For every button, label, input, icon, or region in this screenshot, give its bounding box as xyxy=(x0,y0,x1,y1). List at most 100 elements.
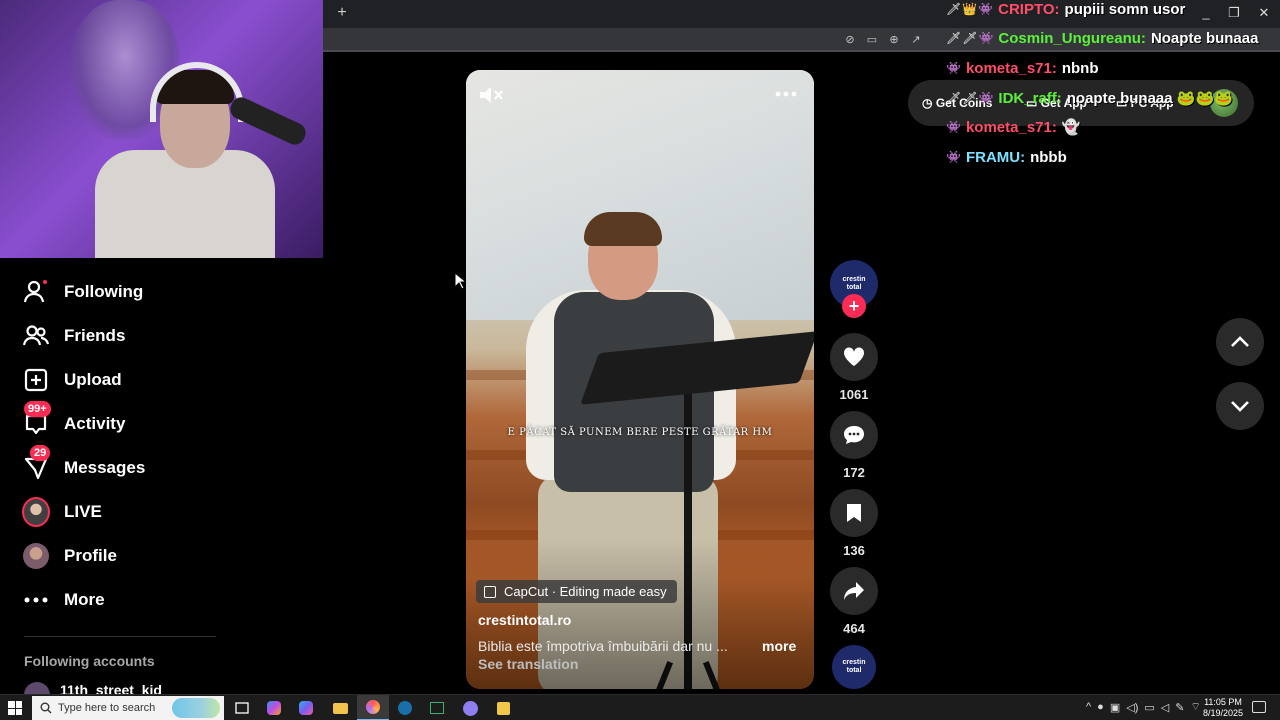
sidebar-divider xyxy=(24,636,216,637)
follow-creator-button[interactable]: + xyxy=(842,294,866,318)
share-arrow-icon xyxy=(844,582,864,600)
capcut-anchor[interactable]: CapCut · Editing made easy xyxy=(476,580,677,603)
chat-message: 👾 kometa_s71: nbnb xyxy=(946,59,1099,77)
share-button[interactable] xyxy=(830,567,878,615)
chat-badges: 👾 xyxy=(946,61,962,75)
chat-badges: 👾 xyxy=(946,150,962,164)
mute-icon[interactable] xyxy=(478,84,504,106)
video-author[interactable]: crestintotal.ro xyxy=(478,612,571,628)
system-tray: ^ ● ▣ ◁) ▭ ◁ ✎ ⌔ xyxy=(1086,700,1201,714)
bookmark-icon xyxy=(847,504,861,522)
minimize-button[interactable]: _ xyxy=(1196,4,1216,22)
sound-disc-text: crestin total xyxy=(842,659,866,674)
reader-mode-icon[interactable]: ⊘ xyxy=(842,32,858,48)
sidebar-item-following[interactable]: Following xyxy=(22,277,143,307)
steam-icon[interactable] xyxy=(389,695,421,720)
video-person-hair xyxy=(584,212,662,246)
chat-badges: 🗡🗡👾 xyxy=(946,91,995,105)
copilot-icon[interactable] xyxy=(258,695,290,720)
chevron-down-icon xyxy=(1231,401,1249,412)
chat-text: 👻 xyxy=(1061,119,1081,136)
chat-username: kometa_s71: xyxy=(965,59,1057,77)
chat-username: IDK_raff: xyxy=(998,89,1062,107)
taskbar-search-input[interactable] xyxy=(58,702,188,714)
sidebar-item-live[interactable]: LIVE xyxy=(22,497,102,527)
excel-icon[interactable] xyxy=(421,695,453,720)
save-count: 136 xyxy=(843,543,865,558)
messages-badge: 29 xyxy=(30,445,51,461)
share-icon[interactable]: ↗ xyxy=(908,32,924,48)
clock-time: 11:05 PM xyxy=(1204,697,1242,707)
chat-username: FRAMU: xyxy=(965,148,1026,166)
streamer-webcam xyxy=(0,0,323,258)
sidebar-item-friends[interactable]: Friends xyxy=(22,321,125,351)
sidebar-item-label: Friends xyxy=(64,326,126,345)
following-icon xyxy=(22,278,50,306)
video-caption: Biblia este împotriva îmbuibării dar nu … xyxy=(478,638,728,654)
task-view-icon[interactable] xyxy=(226,695,258,720)
friends-icon xyxy=(22,322,50,350)
discord-icon[interactable] xyxy=(454,695,486,720)
chat-text: noapte bunaaa 🐸🐸🐸 xyxy=(1066,90,1233,107)
following-accounts-title: Following accounts xyxy=(24,653,155,669)
chat-text: nbnb xyxy=(1061,59,1099,77)
share-count: 464 xyxy=(843,621,865,636)
windows-taskbar: ^ ● ▣ ◁) ▭ ◁ ✎ ⌔ 11:05 PM 8/19/2025 xyxy=(0,694,1280,720)
tray-chevron-icon[interactable]: ^ xyxy=(1086,701,1091,713)
new-tab-button[interactable]: + xyxy=(334,4,350,22)
previous-video-button[interactable] xyxy=(1216,318,1264,366)
sidebar-item-messages[interactable]: 29 Messages xyxy=(22,445,146,483)
comment-count: 172 xyxy=(843,465,865,480)
sidebar-item-more[interactable]: More xyxy=(22,585,105,615)
volume-icon[interactable]: ◁) xyxy=(1126,701,1138,714)
video-more-options-icon[interactable] xyxy=(772,84,800,104)
maximize-button[interactable]: ❐ xyxy=(1224,4,1244,22)
sound-disc-avatar[interactable]: crestin total xyxy=(832,645,876,689)
sidebar-item-label: More xyxy=(64,590,105,609)
notification-icon[interactable] xyxy=(1252,701,1266,713)
close-window-button[interactable]: ✕ xyxy=(1254,4,1274,22)
sidebar-item-profile[interactable]: Profile xyxy=(22,541,117,571)
browser-app-icon[interactable] xyxy=(357,695,389,720)
sidebar-item-label: Profile xyxy=(64,546,117,565)
like-button[interactable] xyxy=(830,333,878,381)
next-video-button[interactable] xyxy=(1216,382,1264,430)
chat-badges: 🗡👑👾 xyxy=(946,2,995,16)
capcut-icon xyxy=(484,585,496,598)
chat-username: Cosmin_Ungureanu: xyxy=(998,29,1146,47)
cast-icon[interactable]: ▭ xyxy=(864,32,880,48)
see-translation-link[interactable]: See translation xyxy=(478,656,578,672)
file-explorer-icon[interactable] xyxy=(324,695,356,720)
chat-message: 👾 kometa_s71: 👻 xyxy=(946,118,1081,137)
zoom-icon[interactable]: ⊕ xyxy=(886,32,902,48)
display-icon[interactable]: ▭ xyxy=(1144,701,1154,714)
caption-more-button[interactable]: more xyxy=(762,638,796,654)
live-avatar xyxy=(22,497,50,527)
chat-badges: 🗡🗡👾 xyxy=(946,31,995,45)
chat-text: nbbb xyxy=(1030,148,1067,166)
app-icon-yellow[interactable] xyxy=(487,695,519,720)
sidebar-item-label: Upload xyxy=(64,370,122,389)
save-button[interactable] xyxy=(830,489,878,537)
capcut-label: CapCut · Editing made easy xyxy=(504,584,667,599)
clock-date: 8/19/2025 xyxy=(1202,708,1244,718)
upload-icon xyxy=(22,366,50,394)
sidebar-item-upload[interactable]: Upload xyxy=(22,365,122,395)
sidebar-item-label: Messages xyxy=(64,458,146,477)
pen-icon[interactable]: ✎ xyxy=(1175,701,1184,714)
search-highlight-image xyxy=(172,698,220,718)
chat-username: CRIPTO: xyxy=(998,0,1060,18)
creator-avatar-text: crestin total xyxy=(842,276,866,291)
microphone-icon[interactable]: ● xyxy=(1097,701,1104,713)
more-icon xyxy=(22,586,50,614)
sidebar-item-label: LIVE xyxy=(64,502,102,521)
network-icon[interactable]: ▣ xyxy=(1110,701,1120,714)
start-button[interactable] xyxy=(8,701,22,715)
profile-avatar xyxy=(22,542,50,570)
speaker-icon[interactable]: ◁ xyxy=(1161,701,1169,714)
copilot-app-icon[interactable] xyxy=(290,695,322,720)
sidebar-item-activity[interactable]: 99+ Activity xyxy=(22,401,125,439)
comment-button[interactable] xyxy=(830,411,878,459)
taskbar-search[interactable] xyxy=(32,696,224,720)
taskbar-clock[interactable]: 11:05 PM 8/19/2025 xyxy=(1196,697,1250,719)
